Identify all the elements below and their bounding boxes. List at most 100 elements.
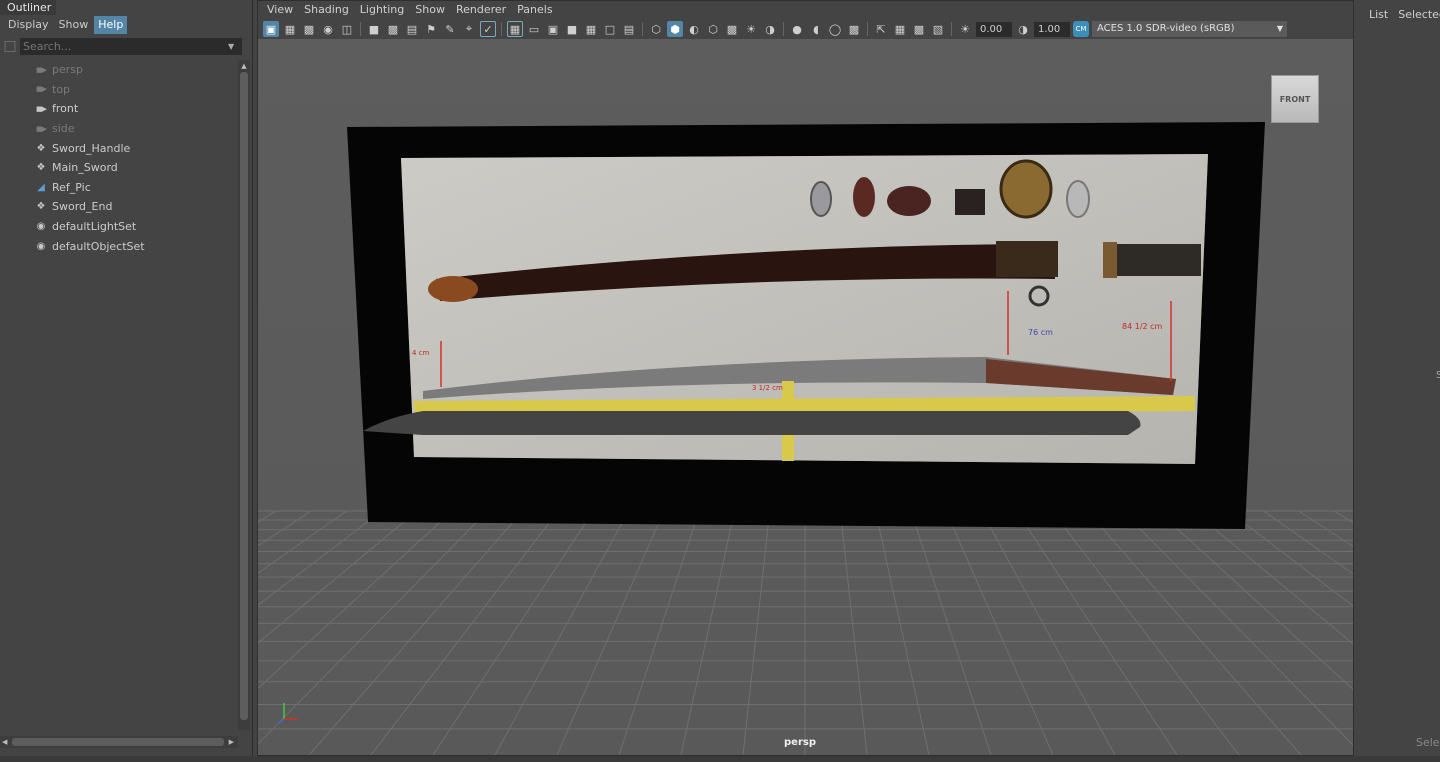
xray-active-icon[interactable]: ▩ <box>911 21 927 37</box>
exposure-field[interactable]: 0.00 <box>976 21 1012 37</box>
scroll-left-arrow-icon[interactable]: ◀ <box>2 736 7 748</box>
select-camera-icon[interactable]: ▣ <box>263 21 279 37</box>
filter-icon[interactable]: □ <box>0 37 20 55</box>
field-chart-icon[interactable]: ▦ <box>583 21 599 37</box>
outliner-item[interactable]: ❖ Sword_Handle <box>0 138 238 158</box>
grid-line <box>258 510 277 523</box>
gamma-icon[interactable]: ◑ <box>1015 21 1031 37</box>
viewport-menu-view[interactable]: View <box>264 1 301 19</box>
outliner-vertical-scrollbar[interactable]: ▲ <box>238 60 250 730</box>
smooth-shade-icon[interactable]: ⬢ <box>667 21 683 37</box>
image-plane-toggle-icon[interactable]: ◉ <box>320 21 336 37</box>
set-icon: ◉ <box>36 221 46 233</box>
resolution-gate-icon[interactable]: ▣ <box>545 21 561 37</box>
color-management-icon[interactable]: CM <box>1073 21 1089 37</box>
camera-name-label: persp <box>784 737 816 748</box>
outliner-item[interactable]: ■▶ top <box>0 80 238 100</box>
outliner-horizontal-scrollbar[interactable]: ◀ ▶ <box>0 736 238 748</box>
textured-icon[interactable]: ▩ <box>724 21 740 37</box>
main-sword-mesh[interactable] <box>363 411 1141 435</box>
ground-grid <box>258 510 1353 755</box>
motion-trail-icon[interactable]: ⌖ <box>461 21 477 37</box>
scrollbar-thumb[interactable] <box>12 738 224 746</box>
film-gate-icon[interactable]: ▤ <box>404 21 420 37</box>
film-gate-toggle-icon[interactable]: ▭ <box>526 21 542 37</box>
grid-line <box>742 510 771 755</box>
outliner-item[interactable]: ◉ defaultObjectSet <box>0 236 238 256</box>
outliner-item[interactable]: ❖ Main_Sword <box>0 158 238 178</box>
backface-culling-icon[interactable]: ▧ <box>930 21 946 37</box>
xray-joints-icon[interactable]: ✓ <box>480 21 496 37</box>
scrollbar-thumb[interactable] <box>240 72 248 720</box>
screen-space-ao-icon[interactable]: ● <box>789 21 805 37</box>
viewport-panel: View Shading Lighting Show Renderer Pane… <box>257 0 1354 756</box>
scene-canvas[interactable]: 76 cm 84 1/2 cm 4 cm 3 1/2 cm <box>258 39 1353 755</box>
motion-blur-icon[interactable]: ◖ <box>808 21 824 37</box>
2d-pan-zoom-icon[interactable]: ◫ <box>339 21 355 37</box>
scroll-up-arrow-icon[interactable]: ▲ <box>238 60 250 72</box>
safe-action-icon[interactable]: □ <box>602 21 618 37</box>
outliner-item[interactable]: ■▶ persp <box>0 60 238 80</box>
viewport-menu-panels[interactable]: Panels <box>514 1 560 19</box>
grease-pencil-icon[interactable]: ✎ <box>442 21 458 37</box>
outliner-item-label: Main_Sword <box>52 161 118 175</box>
bookmark-flag-icon[interactable]: ⚑ <box>423 21 439 37</box>
transform-icon: ❖ <box>36 142 46 154</box>
bookmark-icon[interactable]: ▩ <box>301 21 317 37</box>
exposure-icon[interactable]: ☀ <box>957 21 973 37</box>
grid-line <box>875 510 930 755</box>
viewport-toolbar: ▣ ▦ ▩ ◉ ◫ ■ ▩ ▤ ⚑ ✎ ⌖ ✓ ▦ ▭ ▣ ■ ▦ □ ▤ ⬡ … <box>258 19 1353 39</box>
grid-line <box>1086 510 1302 755</box>
outliner-search-input[interactable] <box>20 37 242 55</box>
default-material-icon[interactable]: ◐ <box>686 21 702 37</box>
channel-box-menubar: List Selected <box>1360 0 1440 28</box>
viewport-menu-lighting[interactable]: Lighting <box>357 1 412 19</box>
camera-icon[interactable]: ■ <box>366 21 382 37</box>
viewcube[interactable]: FRONT <box>1271 75 1319 123</box>
outliner-item[interactable]: ◢ Ref_Pic <box>0 178 238 198</box>
handle-fuchi <box>1103 242 1117 278</box>
view-transform-select[interactable]: ACES 1.0 SDR-video (sRGB) ▼ <box>1092 21 1287 37</box>
outliner-menu-show[interactable]: Show <box>55 16 93 34</box>
camera-tool-icon[interactable]: ▩ <box>385 21 401 37</box>
channel-box-menu-list[interactable]: List <box>1369 8 1388 21</box>
xray-icon[interactable]: ▦ <box>892 21 908 37</box>
chevron-down-icon[interactable]: ▼ <box>228 42 238 51</box>
depth-of-field-icon[interactable]: ▩ <box>846 21 862 37</box>
wireframe-on-shaded-icon[interactable]: ⬡ <box>705 21 721 37</box>
camera-attributes-icon[interactable]: ▦ <box>282 21 298 37</box>
outliner-item[interactable]: ■▶ front <box>0 99 238 119</box>
viewport-menu-renderer[interactable]: Renderer <box>453 1 514 19</box>
outliner-item[interactable]: ■▶ side <box>0 119 238 139</box>
grid-line <box>680 510 735 755</box>
shadows-icon[interactable]: ◑ <box>762 21 778 37</box>
gamma-field[interactable]: 1.00 <box>1034 21 1070 37</box>
annotation-84cm: 84 1/2 cm <box>1122 322 1163 331</box>
outliner-menu-display[interactable]: Display <box>4 16 53 34</box>
3d-scene-view[interactable]: 76 cm 84 1/2 cm 4 cm 3 1/2 cm FRONT pers… <box>258 39 1353 755</box>
outliner-item-label: side <box>52 122 75 136</box>
channel-box-menu-selected[interactable]: Selected <box>1398 8 1440 21</box>
outliner-list: ■▶ persp ■▶ top ■▶ front ■▶ side ❖ Sword_Handle ❖ M… <box>0 60 238 256</box>
gate-mask-icon[interactable]: ■ <box>564 21 580 37</box>
outliner-item-label: top <box>52 82 71 96</box>
viewport-menu-show[interactable]: Show <box>412 1 453 19</box>
outliner-menu-help[interactable]: Help <box>94 16 128 34</box>
viewport-menu-shading[interactable]: Shading <box>301 1 357 19</box>
scroll-right-arrow-icon[interactable]: ▶ <box>229 736 234 748</box>
outliner-item[interactable]: ◉ defaultLightSet <box>0 217 238 237</box>
image-plane-icon: ◢ <box>37 181 45 193</box>
lighting-icon[interactable]: ☀ <box>743 21 759 37</box>
fitting-seppa-2 <box>1066 180 1090 218</box>
anti-aliasing-icon[interactable]: ◯ <box>827 21 843 37</box>
outliner-title: Outliner <box>0 0 56 15</box>
outliner-item[interactable]: ❖ Sword_End <box>0 197 238 217</box>
chevron-down-icon[interactable]: ▼ <box>1277 21 1283 37</box>
toolbar-divider <box>642 22 643 36</box>
outliner-item-label: front <box>52 102 79 116</box>
outliner-item-label: Ref_Pic <box>52 180 91 194</box>
grid-toggle-icon[interactable]: ▦ <box>507 21 523 37</box>
isolate-select-icon[interactable]: ⇱ <box>873 21 889 37</box>
safe-title-icon[interactable]: ▤ <box>621 21 637 37</box>
wireframe-icon[interactable]: ⬡ <box>648 21 664 37</box>
